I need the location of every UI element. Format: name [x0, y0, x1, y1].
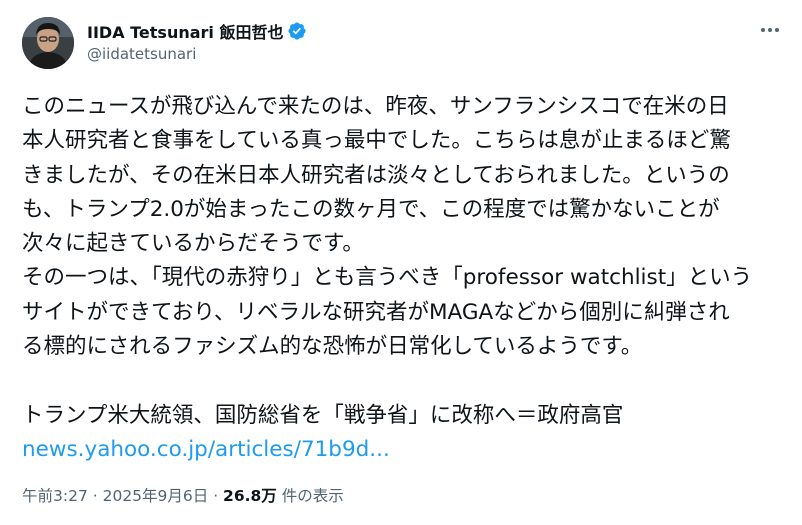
tweet-text-line: も、トランプ2.0が始まったこの数ヶ月で、この程度では驚かないことが [22, 196, 720, 222]
author-info: IIDA Tetsunari 飯田哲也 @iidatetsunari [87, 20, 307, 63]
tweet-text-line: 本人研究者と食事をしている真っ最中でした。こちらは息が止まるほど驚 [22, 128, 731, 154]
tweet-meta: 午前3:27 · 2025年9月6日 · 26.8万 件の表示 [22, 484, 344, 506]
tweet-text-line: る標的にされるファシズム的な恐怖が日常化しているようです。 [22, 334, 643, 360]
meta-separator: · [87, 487, 103, 505]
verified-badge-icon [287, 21, 307, 41]
paragraph-break [22, 364, 782, 398]
author-display-name[interactable]: IIDA Tetsunari 飯田哲也 [87, 19, 283, 43]
tweet-text-line: このニュースが飛び込んで来たのは、昨夜、サンフランシスコで在米の日 [22, 94, 729, 119]
author-handle[interactable]: @iidatetsunari [87, 45, 307, 63]
tweet-text-line: サイトができており、リベラルな研究者がMAGAなどから個別に糾弾され [22, 299, 730, 325]
avatar-image [22, 17, 74, 69]
tweet-text-line: その一つは、「現代の赤狩り」とも言うべき「professor watchlist… [22, 265, 753, 291]
tweet-date[interactable]: 2025年9月6日 [103, 487, 209, 505]
tweet-card: IIDA Tetsunari 飯田哲也 @iidatetsunari このニュー… [0, 0, 802, 525]
meta-separator: · [208, 487, 224, 505]
tweet-text-line: きましたが、その在米日本人研究者は淡々としておられました。というの [22, 162, 730, 188]
article-headline: トランプ米大統領、国防総省を「戦争省」に改称へ＝政府高官 [22, 402, 624, 428]
article-link[interactable]: news.yahoo.co.jp/articles/71b9d... [22, 437, 390, 462]
views-count[interactable]: 26.8万 [223, 487, 277, 505]
author-avatar[interactable] [22, 17, 74, 69]
name-row: IIDA Tetsunari 飯田哲也 [87, 20, 307, 42]
more-options-icon[interactable] [756, 20, 784, 40]
tweet-time[interactable]: 午前3:27 [22, 487, 88, 505]
tweet-text: このニュースが飛び込んで来たのは、昨夜、サンフランシスコで在米の日 本人研究者と… [22, 90, 782, 467]
views-label: 件の表示 [276, 487, 344, 505]
tweet-text-line: 次々に起きているからだそうです。 [22, 231, 364, 257]
